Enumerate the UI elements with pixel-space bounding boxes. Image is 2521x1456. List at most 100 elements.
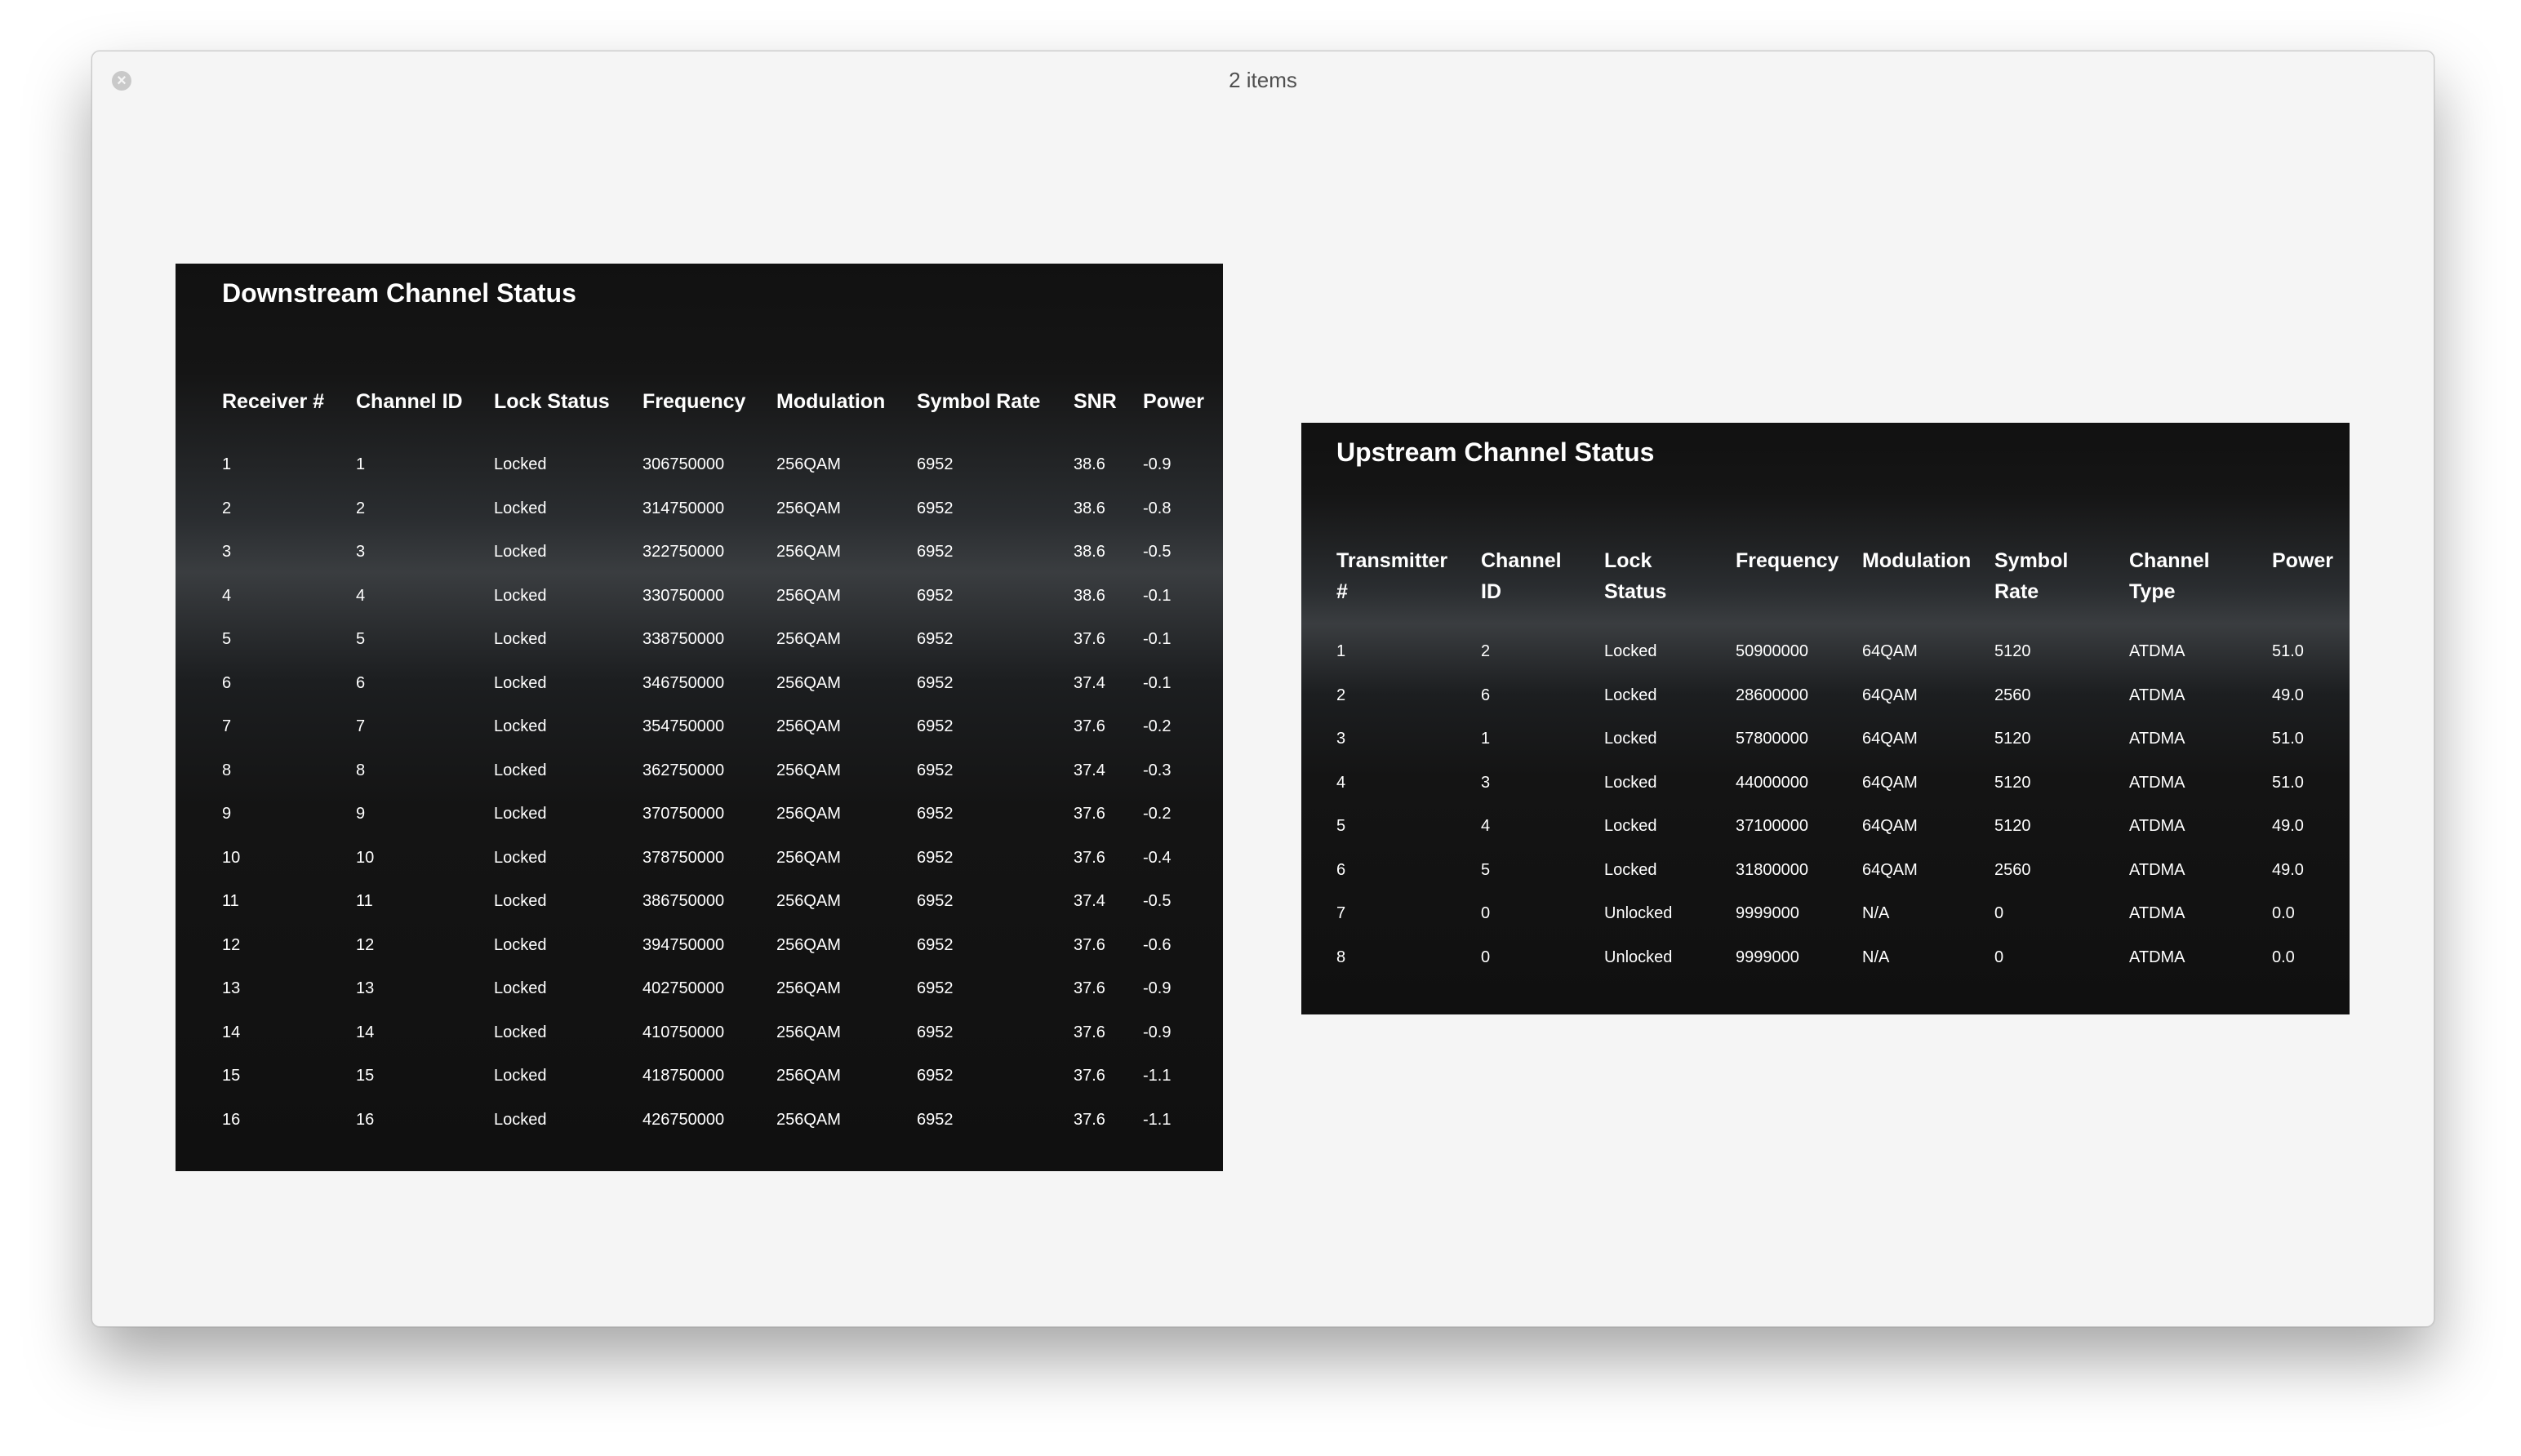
table-cell: 64QAM <box>1862 773 1918 792</box>
table-cell: 354750000 <box>642 717 725 736</box>
table-cell: Locked <box>494 673 547 692</box>
table-cell: 50900000 <box>1736 642 1808 661</box>
table-cell: 3 <box>1336 730 1346 748</box>
table-cell: Locked <box>494 761 547 779</box>
table-cell: 7 <box>356 717 366 736</box>
table-cell: ATDMA <box>2129 860 2185 879</box>
table-cell: -0.2 <box>1143 717 1172 736</box>
table-cell: -0.4 <box>1143 848 1172 867</box>
table-cell: 8 <box>222 761 232 779</box>
table-cell: 6952 <box>917 1023 954 1041</box>
table-cell: 7 <box>222 717 232 736</box>
table-cell: 256QAM <box>776 805 841 823</box>
table-cell: -0.1 <box>1143 630 1172 649</box>
table-cell: N/A <box>1862 948 1890 966</box>
table-row: 10 10 Locked 378750000 256QAM 6952 37.6 -0.4 <box>222 837 1208 881</box>
table-cell: ATDMA <box>2129 773 2185 792</box>
table-cell: 256QAM <box>776 1067 841 1085</box>
table-cell: Locked <box>494 1110 547 1129</box>
table-cell: 16 <box>222 1110 241 1129</box>
table-row: 5 5 Locked 338750000 256QAM 6952 37.6 -0.1 <box>222 618 1208 662</box>
table-cell: 64QAM <box>1862 730 1918 748</box>
table-row: 2 6 Locked 28600000 64QAM 2560 ATDMA 49.0 <box>1336 674 2345 718</box>
table-cell: 37.6 <box>1074 1023 1105 1041</box>
table-cell: Locked <box>1604 642 1657 661</box>
table-cell: 15 <box>222 1067 241 1085</box>
table-cell: 38.6 <box>1074 499 1105 517</box>
table-cell: 6952 <box>917 1110 954 1129</box>
table-cell: Locked <box>1604 686 1657 704</box>
upstream-column-header: Transmitter # <box>1336 549 1448 603</box>
table-cell: 9 <box>222 805 232 823</box>
table-cell: 37.6 <box>1074 1067 1105 1085</box>
table-cell: -0.6 <box>1143 935 1172 954</box>
upstream-title: Upstream Channel Status <box>1336 437 1655 467</box>
table-cell: 64QAM <box>1862 860 1918 879</box>
table-row: 6 5 Locked 31800000 64QAM 2560 ATDMA 49.0 <box>1336 849 2345 893</box>
table-cell: 6952 <box>917 935 954 954</box>
table-cell: ATDMA <box>2129 642 2185 661</box>
table-cell: 256QAM <box>776 717 841 736</box>
table-cell: Unlocked <box>1604 904 1673 923</box>
table-cell: 6952 <box>917 717 954 736</box>
table-cell: 386750000 <box>642 892 725 911</box>
table-cell: 37.6 <box>1074 717 1105 736</box>
quicklook-window: × 2 items Downstream Channel Status Rece… <box>91 51 2434 1327</box>
table-cell: 5120 <box>1994 730 2031 748</box>
table-cell: 37.4 <box>1074 673 1105 692</box>
table-cell: 14 <box>222 1023 241 1041</box>
table-cell: 51.0 <box>2272 773 2304 792</box>
upstream-column-header: Modulation <box>1862 549 1972 572</box>
table-cell: 51.0 <box>2272 730 2304 748</box>
table-cell: 0 <box>1481 904 1491 923</box>
table-cell: 4 <box>1481 817 1491 836</box>
table-cell: 256QAM <box>776 979 841 998</box>
table-cell: 256QAM <box>776 761 841 779</box>
table-row: 11 11 Locked 386750000 256QAM 6952 37.4 -0.5 <box>222 880 1208 924</box>
table-cell: 370750000 <box>642 805 725 823</box>
table-cell: 338750000 <box>642 630 725 649</box>
table-cell: 37.6 <box>1074 848 1105 867</box>
upstream-column-header: Power <box>2272 549 2334 572</box>
table-cell: -0.9 <box>1143 979 1172 998</box>
table-cell: 38.6 <box>1074 543 1105 562</box>
table-cell: -0.2 <box>1143 805 1172 823</box>
table-cell: 0 <box>1994 904 2004 923</box>
table-row: 4 3 Locked 44000000 64QAM 5120 ATDMA 51.0 <box>1336 761 2345 806</box>
table-cell: ATDMA <box>2129 686 2185 704</box>
table-cell: 256QAM <box>776 455 841 474</box>
table-row: 1 1 Locked 306750000 256QAM 6952 38.6 -0.9 <box>222 443 1208 487</box>
upstream-column-header: Symbol Rate <box>1994 549 2069 603</box>
table-cell: 6 <box>356 673 366 692</box>
table-cell: -0.8 <box>1143 499 1172 517</box>
table-cell: 256QAM <box>776 1023 841 1041</box>
table-cell: Locked <box>494 717 547 736</box>
table-cell: 4 <box>1336 773 1346 792</box>
table-cell: 5120 <box>1994 642 2031 661</box>
table-cell: Locked <box>494 935 547 954</box>
table-cell: 49.0 <box>2272 817 2304 836</box>
table-cell: 11 <box>222 892 239 911</box>
table-cell: 256QAM <box>776 1110 841 1129</box>
table-cell: Locked <box>1604 730 1657 748</box>
table-cell: 37.6 <box>1074 935 1105 954</box>
table-cell: 7 <box>1336 904 1346 923</box>
downstream-column-header: Frequency <box>642 390 746 413</box>
table-cell: 10 <box>356 848 375 867</box>
table-cell: 44000000 <box>1736 773 1808 792</box>
downstream-column-header: SNR <box>1074 390 1117 413</box>
table-cell: 2560 <box>1994 686 2031 704</box>
table-cell: 410750000 <box>642 1023 725 1041</box>
table-cell: 4 <box>222 586 232 605</box>
table-cell: 5 <box>1481 860 1491 879</box>
downstream-header-row: Receiver # Channel ID Lock Status Frequency… <box>222 386 1208 443</box>
table-cell: 4 <box>356 586 366 605</box>
table-cell: 314750000 <box>642 499 725 517</box>
table-cell: 0 <box>1481 948 1491 966</box>
table-cell: -0.5 <box>1143 543 1172 562</box>
table-cell: 38.6 <box>1074 455 1105 474</box>
table-cell: 9999000 <box>1736 948 1799 966</box>
table-row: 7 0 Unlocked 9999000 N/A 0 ATDMA 0.0 <box>1336 892 2345 936</box>
table-cell: -0.5 <box>1143 892 1172 911</box>
table-cell: 256QAM <box>776 499 841 517</box>
